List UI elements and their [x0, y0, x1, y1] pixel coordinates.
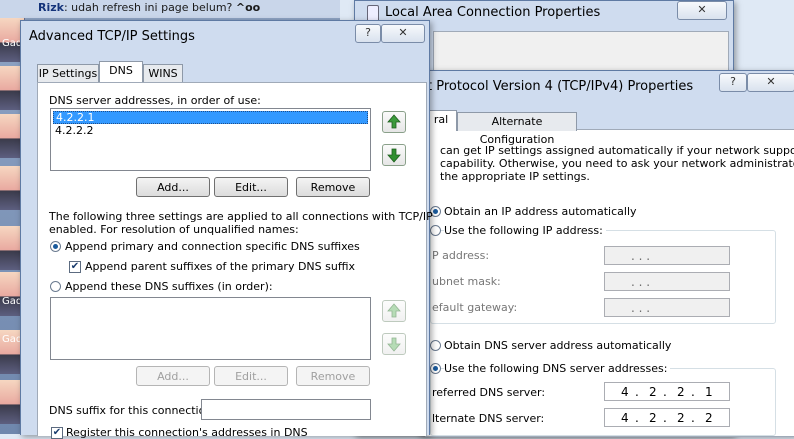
- subnet-mask-field[interactable]: . . .: [604, 272, 730, 291]
- intro-text-3: the appropriate IP settings.: [440, 170, 590, 183]
- close-button[interactable]: ✕: [677, 1, 727, 20]
- append-these-radio[interactable]: [50, 281, 61, 292]
- chat-message-text: : udah refresh ini page belum?: [63, 1, 233, 14]
- append-these-label: Append these DNS suffixes (in order):: [65, 280, 273, 293]
- window-title: t Protocol Version 4 (TCP/IPv4) Properti…: [427, 79, 694, 94]
- append-parent-label: Append parent suffixes of the primary DN…: [85, 260, 355, 273]
- intro-text-2: capability. Otherwise, you need to ask y…: [440, 157, 794, 170]
- green-down-arrow-icon: [387, 148, 401, 163]
- preferred-dns-field[interactable]: 4. 2. 2. 1: [604, 382, 730, 401]
- help-icon: ?: [365, 26, 371, 39]
- close-icon: ✕: [697, 3, 707, 16]
- chat-message: Rizk: udah refresh ini page belum? ^oo: [38, 1, 260, 14]
- add-dns-button[interactable]: Add...: [136, 177, 210, 197]
- obtain-dns-auto-label: Obtain DNS server address automatically: [444, 339, 672, 352]
- help-button[interactable]: ?: [355, 24, 381, 43]
- default-gateway-field[interactable]: . . .: [604, 298, 730, 317]
- append-primary-label: Append primary and connection specific D…: [65, 240, 360, 253]
- info-text-1: The following three settings are applied…: [49, 210, 433, 223]
- obtain-ip-auto-label: Obtain an IP address automatically: [444, 205, 637, 218]
- register-dns-checkbox[interactable]: ✔: [51, 427, 63, 439]
- advanced-tcpip-window: Advanced TCP/IP Settings ? ✕ IP Settings…: [20, 20, 433, 439]
- help-icon: ?: [730, 75, 736, 88]
- add-suffix-button[interactable]: Add...: [136, 366, 210, 386]
- register-dns-label: Register this connection's addresses in …: [66, 426, 308, 439]
- dns-list-label: DNS server addresses, in order of use:: [49, 94, 261, 107]
- suffix-move-down-button[interactable]: [382, 333, 406, 355]
- dns-server-list[interactable]: 4.2.2.1 4.2.2.2: [50, 108, 371, 171]
- suffix-move-up-button[interactable]: [382, 300, 406, 322]
- move-down-button[interactable]: [382, 144, 406, 166]
- subnet-mask-label: ubnet mask:: [432, 275, 501, 288]
- use-following-ip-radio[interactable]: [430, 225, 441, 236]
- window-title: Advanced TCP/IP Settings: [29, 29, 195, 44]
- dns-suffix-list[interactable]: [50, 297, 371, 360]
- list-item[interactable]: 4.2.2.2: [55, 124, 93, 137]
- ipv4-properties-window: t Protocol Version 4 (TCP/IPv4) Properti…: [418, 70, 794, 437]
- append-primary-radio[interactable]: [50, 241, 61, 252]
- use-following-ip-label: Use the following IP address:: [444, 224, 606, 237]
- close-icon: ✕: [766, 75, 776, 88]
- close-button[interactable]: ✕: [381, 24, 425, 43]
- ip-address-field[interactable]: . . .: [604, 246, 730, 265]
- info-text-2: enabled. For resolution of unqualified n…: [49, 223, 299, 236]
- ip-address-label: P address:: [432, 249, 490, 262]
- chat-emote: ^oo: [235, 1, 261, 14]
- use-following-dns-radio[interactable]: [430, 363, 441, 374]
- move-up-button[interactable]: [382, 111, 406, 133]
- use-following-dns-label: Use the following DNS server addresses:: [444, 362, 671, 375]
- append-parent-checkbox[interactable]: ✔: [69, 261, 81, 273]
- obtain-dns-auto-radio[interactable]: [430, 340, 441, 351]
- general-tab-panel: can get IP settings assigned automatical…: [425, 129, 794, 437]
- window-title: Local Area Connection Properties: [385, 5, 601, 20]
- help-button[interactable]: ?: [719, 73, 747, 92]
- close-button[interactable]: ✕: [747, 73, 794, 92]
- green-down-arrow-icon: [387, 337, 401, 352]
- preferred-dns-label: referred DNS server:: [432, 386, 546, 399]
- tab-wins[interactable]: WINS: [143, 64, 183, 83]
- remove-suffix-button[interactable]: Remove: [296, 366, 370, 386]
- edit-dns-button[interactable]: Edit...: [214, 177, 288, 197]
- dns-suffix-input[interactable]: [201, 399, 371, 420]
- tab-ip-settings[interactable]: IP Settings: [37, 64, 99, 83]
- green-up-arrow-icon: [387, 303, 401, 318]
- edit-suffix-button[interactable]: Edit...: [214, 366, 288, 386]
- alternate-dns-label: lternate DNS server:: [432, 412, 545, 425]
- tab-alternate-configuration[interactable]: Alternate Configuration: [457, 112, 577, 146]
- chat-sender: Rizk: [38, 1, 64, 14]
- close-icon: ✕: [398, 26, 408, 39]
- default-gateway-label: efault gateway:: [432, 301, 518, 314]
- tab-dns[interactable]: DNS: [99, 61, 143, 82]
- list-item[interactable]: 4.2.2.1: [53, 111, 368, 124]
- remove-dns-button[interactable]: Remove: [296, 177, 370, 197]
- alternate-dns-field[interactable]: 4. 2. 2. 2: [604, 408, 730, 427]
- dns-tab-panel: DNS server addresses, in order of use: 4…: [37, 82, 433, 439]
- green-up-arrow-icon: [387, 114, 401, 129]
- dns-suffix-label: DNS suffix for this connection:: [49, 404, 217, 417]
